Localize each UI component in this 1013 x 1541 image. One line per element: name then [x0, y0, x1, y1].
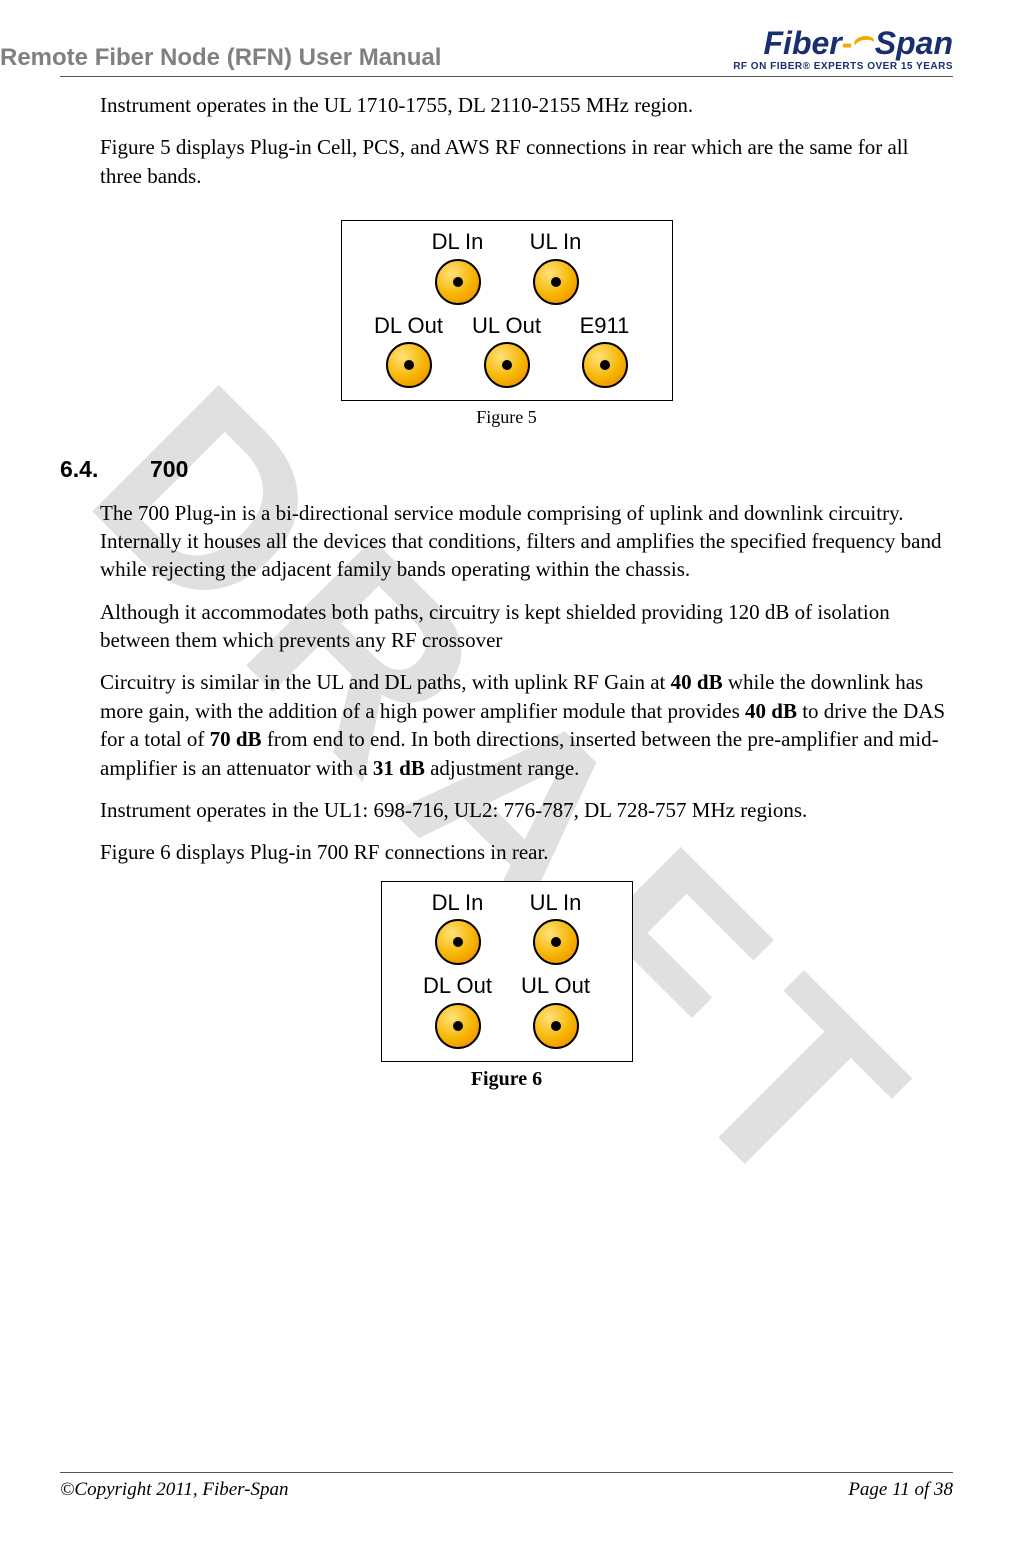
- connector-label: UL Out: [521, 971, 590, 1001]
- text-run: adjustment range.: [425, 756, 580, 780]
- connector-icon: [533, 919, 579, 965]
- paragraph: Circuitry is similar in the UL and DL pa…: [100, 668, 953, 781]
- logo-tagline: RF ON FIBER® EXPERTS OVER 15 YEARS: [733, 62, 953, 72]
- connector-icon: [435, 1003, 481, 1049]
- logo-fiber-text: Fiber: [764, 25, 842, 61]
- bold-value: 70 dB: [210, 727, 262, 751]
- connector-label: DL In: [432, 888, 484, 918]
- logo-span-text: Span: [875, 25, 953, 61]
- connector-label: DL Out: [423, 971, 492, 1001]
- connector-label: UL In: [530, 227, 582, 257]
- connector-label: E911: [580, 311, 630, 341]
- figure-6-caption: Figure 6: [60, 1066, 953, 1093]
- brand-logo: Fiber-⌢Span RF ON FIBER® EXPERTS OVER 15…: [733, 26, 953, 72]
- connector-icon: [533, 1003, 579, 1049]
- header-divider: [60, 76, 953, 77]
- connector-icon: [582, 342, 628, 388]
- section-heading: 6.4.700: [60, 454, 953, 485]
- section-number: 6.4.: [60, 454, 150, 485]
- copyright-text: ©Copyright 2011, Fiber-Span: [60, 1479, 289, 1501]
- text-run: Circuitry is similar in the UL and DL pa…: [100, 670, 671, 694]
- paragraph: Figure 5 displays Plug-in Cell, PCS, and…: [100, 133, 953, 190]
- connector-icon: [435, 259, 481, 305]
- page-header: Remote Fiber Node (RFN) User Manual Fibe…: [0, 0, 1013, 72]
- paragraph: The 700 Plug-in is a bi-directional serv…: [100, 499, 953, 584]
- connector-icon: [533, 259, 579, 305]
- paragraph: Instrument operates in the UL1: 698-716,…: [100, 796, 953, 824]
- connector-icon: [484, 342, 530, 388]
- paragraph: Figure 6 displays Plug-in 700 RF connect…: [100, 838, 953, 866]
- section-title: 700: [150, 456, 188, 482]
- bold-value: 40 dB: [671, 670, 723, 694]
- document-content: Instrument operates in the UL 1710-1755,…: [60, 91, 953, 1093]
- arc-icon: ⌢: [850, 18, 878, 55]
- connector-icon: [435, 919, 481, 965]
- page-footer: ©Copyright 2011, Fiber-Span Page 11 of 3…: [60, 1472, 953, 1501]
- figure-5: DL In UL In DL Out UL Out: [341, 220, 673, 401]
- connector-icon: [386, 342, 432, 388]
- figure-6: DL In UL In DL Out UL Out: [381, 881, 633, 1062]
- paragraph: Instrument operates in the UL 1710-1755,…: [100, 91, 953, 119]
- connector-label: UL In: [530, 888, 582, 918]
- connector-label: DL Out: [374, 311, 443, 341]
- paragraph: Although it accommodates both paths, cir…: [100, 598, 953, 655]
- bold-value: 31 dB: [373, 756, 425, 780]
- page-number: Page 11 of 38: [848, 1479, 953, 1501]
- connector-label: DL In: [432, 227, 484, 257]
- bold-value: 40 dB: [745, 699, 797, 723]
- footer-divider: [60, 1472, 953, 1473]
- page-title: Remote Fiber Node (RFN) User Manual: [0, 44, 441, 72]
- connector-label: UL Out: [472, 311, 541, 341]
- figure-5-caption: Figure 5: [60, 405, 953, 429]
